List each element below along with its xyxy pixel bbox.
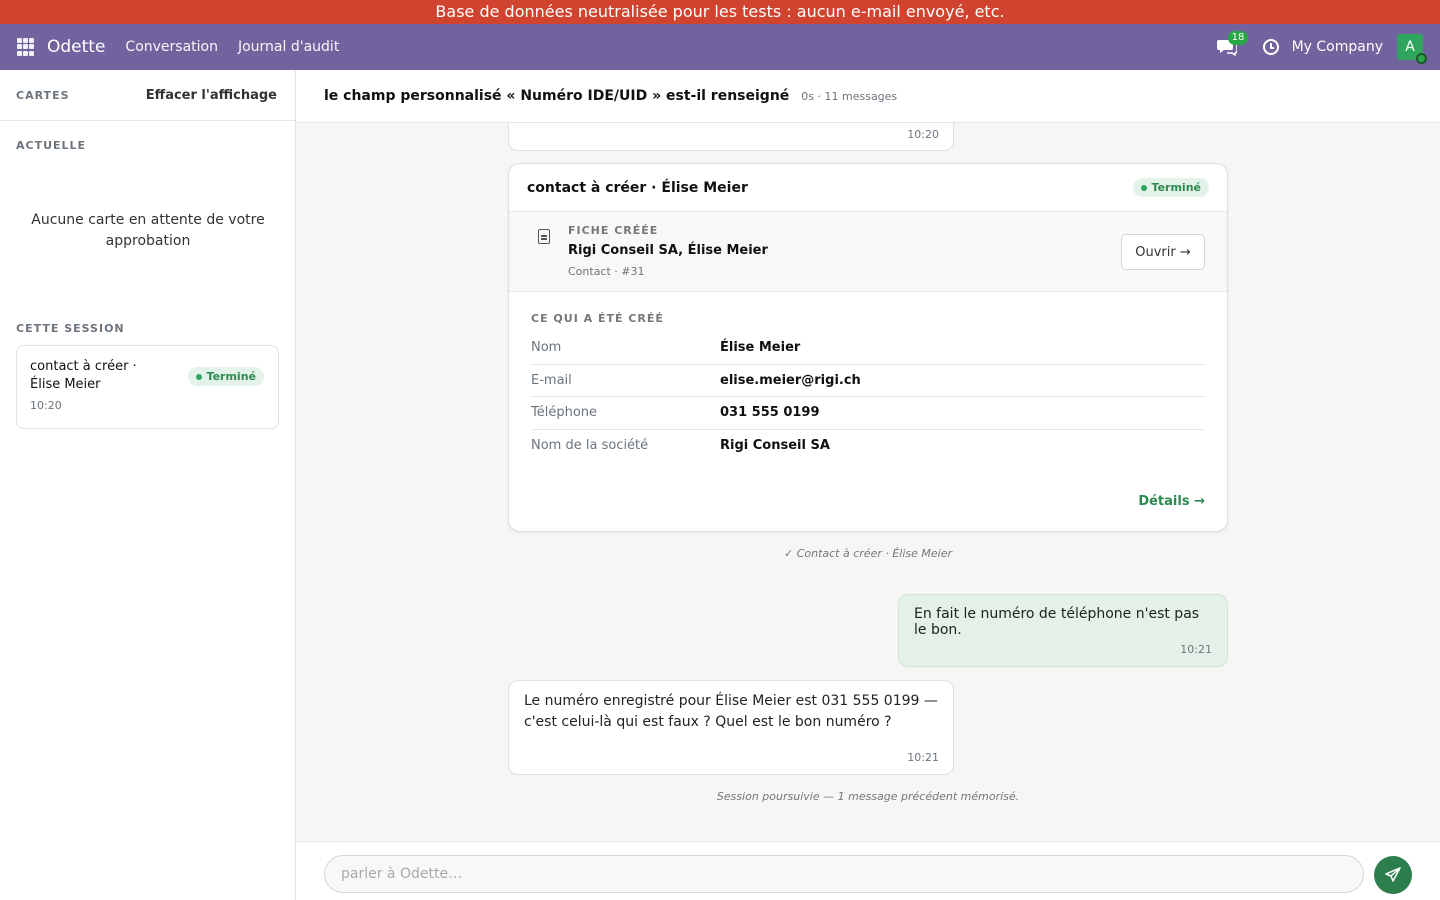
status-badge: Terminé — [1132, 178, 1209, 197]
clear-display-button[interactable]: Effacer l'affichage — [146, 88, 277, 103]
conversation-title: le champ personnalisé « Numéro IDE/UID »… — [324, 88, 790, 104]
field-row-phone: Téléphone 031 555 0199 — [531, 397, 1205, 430]
contact-created-card: contact à créer · Élise Meier Terminé FI… — [508, 163, 1228, 532]
session-card-time: 10:20 — [30, 399, 62, 412]
message-composer — [296, 841, 1440, 900]
cards-label: CARTES — [16, 88, 70, 102]
user-message-bubble: En fait le numéro de téléphone n'est pas… — [898, 594, 1228, 667]
field-row-email: E-mail elise.meier@rigi.ch — [531, 365, 1205, 397]
field-value: 031 555 0199 — [720, 405, 820, 421]
chat-icon[interactable]: 18 — [1216, 31, 1249, 57]
created-fields-label: CE QUI A ÉTÉ CRÉÉ — [531, 312, 664, 325]
previous-message-bubble: 10:20 — [508, 123, 954, 151]
conversation-header: le champ personnalisé « Numéro IDE/UID »… — [296, 70, 1440, 123]
user-avatar[interactable]: A — [1397, 34, 1427, 64]
send-icon — [1385, 867, 1401, 882]
nav-conversation[interactable]: Conversation — [125, 39, 218, 55]
system-note-contact: ✓ Contact à créer · Élise Meier — [783, 547, 953, 560]
chat-count-badge: 18 — [1227, 31, 1249, 45]
field-row-name: Nom Élise Meier — [531, 332, 1205, 365]
session-card[interactable]: contact à créer · Élise Meier 10:20 Term… — [16, 345, 279, 429]
avatar-initial: A — [1405, 39, 1415, 55]
session-section-label: CETTE SESSION — [16, 322, 125, 335]
nav-audit-log[interactable]: Journal d'audit — [238, 39, 339, 55]
status-badge-label: Terminé — [206, 370, 256, 383]
company-switcher[interactable]: My Company — [1292, 39, 1383, 55]
card-title: contact à créer · Élise Meier — [527, 179, 748, 196]
online-status-dot — [1416, 53, 1427, 64]
activity-clock-icon[interactable] — [1262, 39, 1279, 55]
message-time: 10:21 — [1180, 643, 1212, 656]
status-badge-label: Terminé — [1151, 181, 1201, 194]
message-time: 10:21 — [907, 751, 939, 764]
system-note-session: Session poursuivie — 1 message précédent… — [716, 790, 1020, 803]
conversation-panel: le champ personnalisé « Numéro IDE/UID »… — [296, 70, 1440, 900]
field-row-company: Nom de la société Rigi Conseil SA — [531, 430, 1205, 463]
test-database-banner: Base de données neutralisée pour les tes… — [0, 0, 1440, 24]
apps-grid-icon[interactable] — [17, 38, 35, 56]
created-record-section: FICHE CRÉÉE Rigi Conseil SA, Élise Meier… — [509, 212, 1227, 292]
sidebar-header: CARTES Effacer l'affichage — [0, 70, 295, 121]
message-text: Le numéro enregistré pour Élise Meier es… — [524, 693, 938, 730]
field-value: Rigi Conseil SA — [720, 438, 830, 454]
send-button[interactable] — [1374, 856, 1412, 894]
assistant-message-bubble: Le numéro enregistré pour Élise Meier es… — [508, 680, 954, 775]
field-label: Nom — [531, 340, 562, 356]
record-created-label: FICHE CRÉÉE — [568, 224, 659, 237]
app-brand[interactable]: Odette — [47, 37, 105, 57]
message-input[interactable] — [324, 855, 1364, 893]
field-label: Téléphone — [531, 405, 598, 421]
open-record-button[interactable]: Ouvrir → — [1121, 234, 1205, 270]
field-label: Nom de la société — [531, 438, 649, 454]
field-label: E-mail — [531, 372, 572, 388]
status-badge: Terminé — [187, 367, 264, 386]
record-name: Rigi Conseil SA, Élise Meier — [568, 243, 768, 258]
card-header: contact à créer · Élise Meier Terminé — [509, 164, 1227, 212]
details-link[interactable]: Détails → — [1138, 494, 1205, 509]
field-value: Élise Meier — [720, 340, 801, 356]
conversation-meta: 0s · 11 messages — [801, 89, 898, 103]
message-text: En fait le numéro de téléphone n'est pas… — [914, 606, 1200, 638]
empty-cards-message: Aucune carte en attente de votre approba… — [31, 212, 265, 249]
session-card-title: contact à créer · Élise Meier — [30, 359, 137, 392]
document-icon — [538, 229, 550, 244]
field-value: elise.meier@rigi.ch — [720, 372, 861, 388]
cards-sidebar: CARTES Effacer l'affichage ACTUELLE Aucu… — [0, 70, 296, 900]
created-fields-table: Nom Élise Meier E-mail elise.meier@rigi.… — [531, 332, 1205, 462]
top-navbar: Odette Conversation Journal d'audit 18 M… — [0, 24, 1440, 70]
current-section-label: ACTUELLE — [16, 139, 87, 152]
message-time: 10:20 — [907, 128, 939, 141]
record-type-id: Contact · #31 — [568, 265, 645, 278]
